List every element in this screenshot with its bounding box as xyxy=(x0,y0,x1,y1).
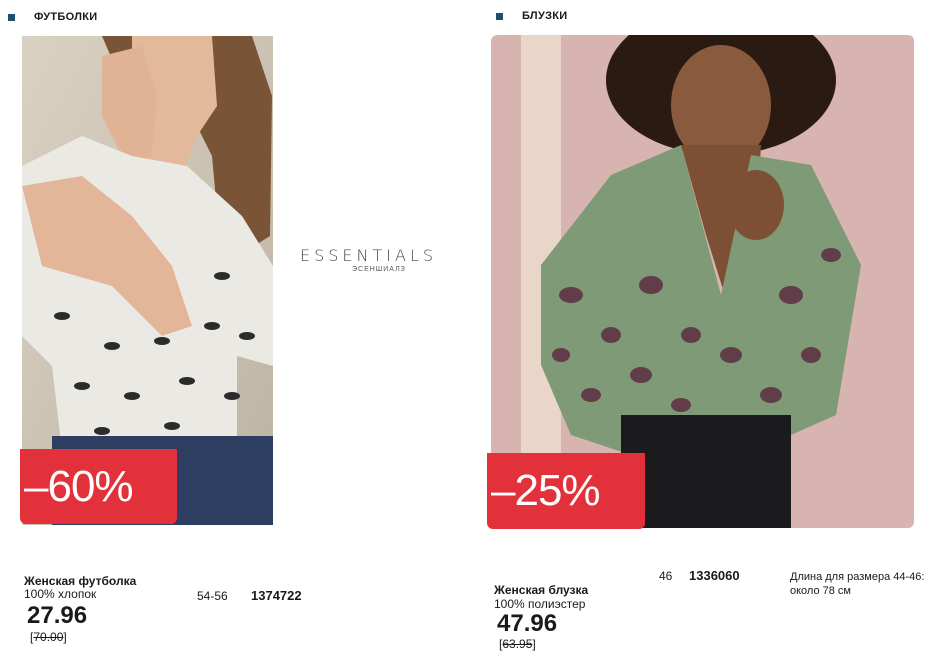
size-note-line1: Длина для размера 44-46: xyxy=(790,571,925,583)
brand-logo: ESSENTIALS xyxy=(300,246,438,265)
section-marker-icon xyxy=(496,13,503,20)
brand-subtitle: ЭСЕНШИАЛЗ xyxy=(352,266,406,273)
product-name-tshirt: Женская футболка xyxy=(24,574,137,588)
discount-badge-blouse: –25% xyxy=(487,453,645,529)
product-code-blouse: 1336060 xyxy=(689,568,740,583)
product-price-blouse: 47.96 xyxy=(497,610,558,637)
product-material-blouse: 100% полиэстер xyxy=(494,597,586,611)
discount-badge-tshirt: –60% xyxy=(20,449,177,524)
product-code-tshirt: 1374722 xyxy=(251,588,302,603)
old-price-value-tshirt: 70.00 xyxy=(33,630,64,644)
product-sizes-tshirt: 54-56 xyxy=(197,589,228,603)
old-price-tshirt: [70.00] xyxy=(30,630,67,644)
size-note-line2: около 78 см xyxy=(790,585,851,597)
product-price-tshirt: 27.96 xyxy=(27,602,88,629)
section-title-tshirts: ФУТБОЛКИ xyxy=(34,11,98,23)
product-name-blouse: Женская блузка xyxy=(494,583,589,597)
section-marker-icon xyxy=(8,14,15,21)
product-material-tshirt: 100% хлопок xyxy=(24,587,97,601)
old-price-value-blouse: 63.95 xyxy=(502,637,533,651)
old-price-blouse: [63.95] xyxy=(499,637,536,651)
section-title-blouses: БЛУЗКИ xyxy=(522,10,568,22)
product-sizes-blouse: 46 xyxy=(659,569,673,583)
